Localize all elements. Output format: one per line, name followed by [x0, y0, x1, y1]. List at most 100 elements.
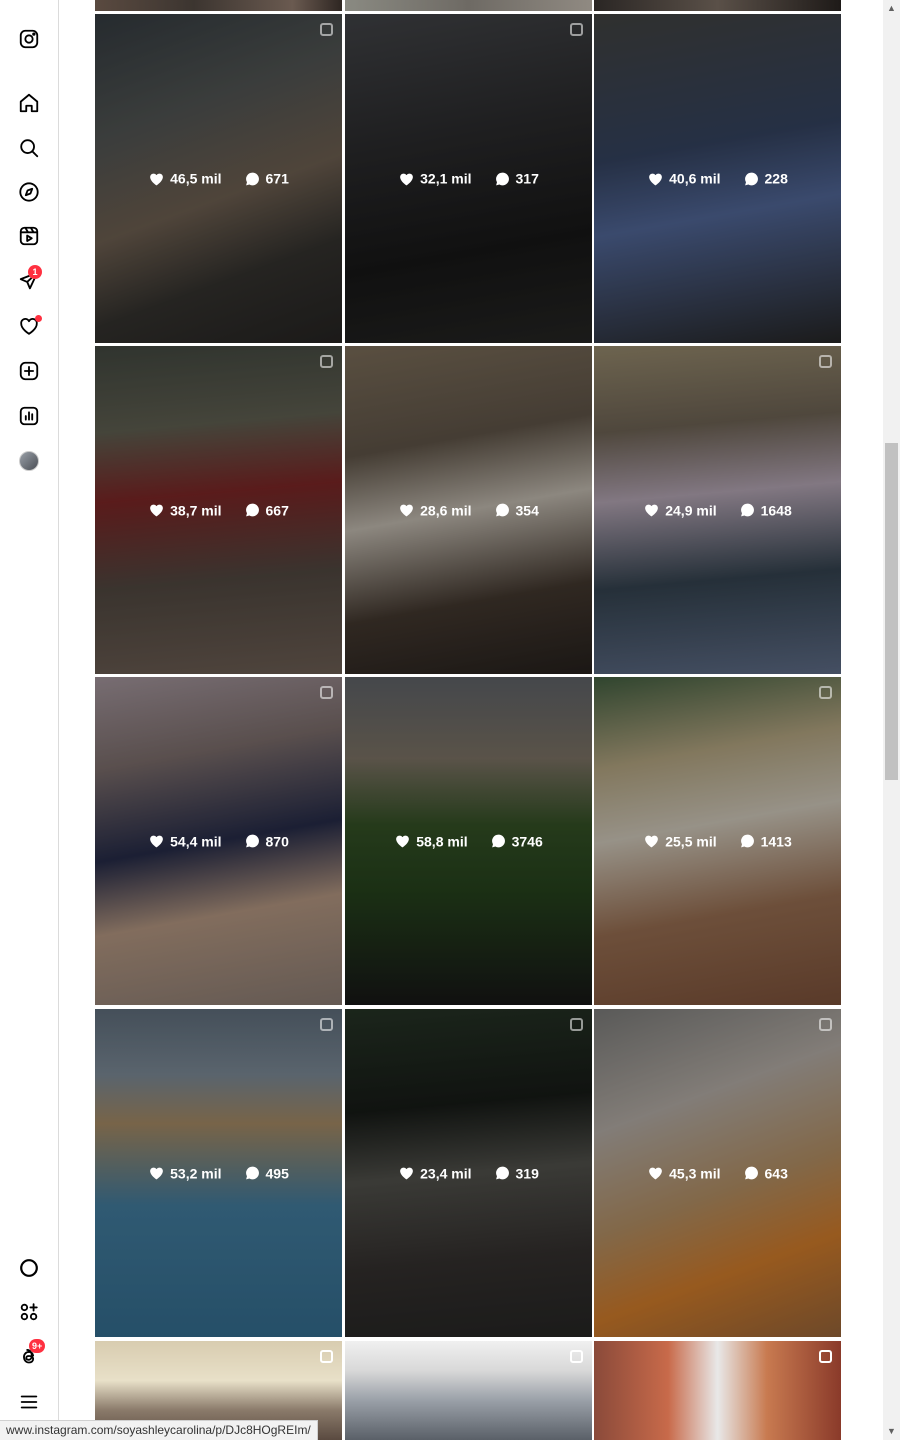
comments-count: 228	[764, 170, 788, 187]
scroll-up-arrow-icon[interactable]: ▲	[883, 0, 900, 17]
heart-icon	[150, 1167, 163, 1180]
carousel-icon	[819, 1350, 832, 1363]
heart-icon	[649, 1167, 662, 1180]
comments-count: 671	[265, 170, 289, 187]
carousel-icon	[320, 23, 333, 36]
likes-stat: 40,6 mil	[647, 170, 721, 187]
post-stats: 45,3 mil 643	[594, 1165, 841, 1182]
post-tile[interactable]: 23,4 mil 319	[345, 1009, 592, 1337]
likes-count: 40,6 mil	[669, 170, 721, 187]
likes-stat: 46,5 mil	[148, 170, 222, 187]
scroll-thumb[interactable]	[885, 443, 898, 780]
dashboard-icon[interactable]	[17, 404, 41, 428]
likes-stat: 45,3 mil	[647, 1165, 721, 1182]
comment-icon	[245, 834, 259, 848]
post-tile-partial[interactable]	[594, 0, 841, 11]
post-tile[interactable]	[594, 1341, 841, 1440]
carousel-icon	[819, 355, 832, 368]
page-scrollbar[interactable]: ▲ ▼	[883, 0, 900, 1440]
post-tile[interactable]: 58,8 mil 3746	[345, 677, 592, 1005]
comment-icon	[495, 1166, 509, 1180]
likes-stat: 53,2 mil	[148, 1165, 222, 1182]
post-stats: 54,4 mil 870	[95, 833, 342, 850]
also-from-meta-icon[interactable]	[17, 1300, 41, 1324]
comments-count: 495	[265, 1165, 289, 1181]
comments-count: 354	[515, 502, 539, 518]
comment-icon	[495, 503, 509, 517]
post-stats: 24,9 mil 1648	[594, 502, 841, 519]
carousel-icon	[819, 1018, 832, 1031]
heart-icon	[400, 173, 413, 185]
avatar	[19, 451, 39, 471]
likes-count: 38,7 mil	[170, 502, 222, 518]
heart-icon	[400, 504, 413, 517]
heart-icon	[150, 504, 163, 517]
scroll-down-arrow-icon[interactable]: ▼	[883, 1423, 900, 1440]
comment-icon	[245, 172, 259, 185]
comments-stat: 667	[244, 502, 289, 519]
carousel-icon	[570, 1350, 583, 1363]
meta-ai-icon[interactable]	[17, 1256, 41, 1280]
heart-icon	[645, 835, 659, 848]
notifications-dot	[35, 315, 42, 322]
carousel-icon	[320, 1350, 333, 1363]
carousel-icon	[819, 686, 832, 699]
post-tile[interactable]: 28,6 mil 354	[345, 346, 592, 674]
browser-status-url: www.instagram.com/soyashleycarolina/p/DJ…	[0, 1420, 318, 1440]
reels-icon[interactable]	[17, 224, 41, 248]
post-stats: 28,6 mil 354	[345, 502, 592, 519]
comments-stat: 1413	[739, 833, 792, 850]
search-icon[interactable]	[17, 136, 41, 160]
likes-stat: 28,6 mil	[398, 502, 472, 519]
post-tile[interactable]: 45,3 mil 643	[594, 1009, 841, 1337]
comments-count: 3746	[511, 833, 543, 849]
threads-icon[interactable]: 9+	[17, 1339, 46, 1369]
likes-stat: 32,1 mil	[398, 170, 472, 187]
comments-stat: 354	[494, 502, 539, 519]
likes-stat: 23,4 mil	[398, 1165, 472, 1182]
post-tile[interactable]: 24,9 mil 1648	[594, 346, 841, 674]
comments-stat: 317	[494, 170, 539, 187]
create-icon[interactable]	[17, 359, 41, 383]
comment-icon	[245, 1166, 259, 1180]
post-tile[interactable]: 46,5 mil 671	[95, 14, 342, 343]
likes-count: 54,4 mil	[170, 833, 222, 849]
post-tile-partial[interactable]	[95, 0, 342, 11]
likes-count: 25,5 mil	[665, 833, 717, 849]
post-tile[interactable]	[345, 1341, 592, 1440]
post-stats: 38,7 mil 667	[95, 502, 342, 519]
comment-icon	[491, 834, 505, 848]
comments-count: 1648	[760, 502, 792, 518]
heart-icon	[150, 173, 163, 185]
likes-count: 23,4 mil	[420, 1165, 472, 1181]
messages-icon[interactable]: 1	[17, 265, 42, 293]
carousel-icon	[320, 355, 333, 368]
comments-count: 317	[515, 170, 539, 187]
post-stats: 23,4 mil 319	[345, 1165, 592, 1182]
home-icon[interactable]	[17, 91, 41, 115]
profile-avatar[interactable]	[17, 449, 41, 473]
comments-count: 1413	[760, 833, 792, 849]
explore-icon[interactable]	[17, 180, 41, 204]
more-menu-icon[interactable]	[17, 1390, 41, 1414]
comments-stat: 319	[494, 1165, 539, 1182]
messages-badge: 1	[28, 265, 42, 279]
comments-count: 870	[265, 833, 289, 849]
comments-count: 319	[515, 1165, 539, 1181]
comments-stat: 870	[244, 833, 289, 850]
comment-icon	[245, 503, 259, 517]
post-tile[interactable]: 53,2 mil 495	[95, 1009, 342, 1337]
notifications-icon[interactable]	[17, 314, 42, 338]
post-tile[interactable]: 38,7 mil 667	[95, 346, 342, 674]
post-tile[interactable]: 40,6 mil 228	[594, 14, 841, 343]
post-tile[interactable]: 54,4 mil 870	[95, 677, 342, 1005]
post-stats: 25,5 mil 1413	[594, 833, 841, 850]
comment-icon	[495, 172, 509, 185]
post-tile[interactable]: 25,5 mil 1413	[594, 677, 841, 1005]
instagram-logo-icon[interactable]	[17, 27, 41, 51]
post-stats: 46,5 mil 671	[95, 170, 342, 187]
post-tile-partial[interactable]	[345, 0, 592, 11]
post-tile[interactable]: 32,1 mil 317	[345, 14, 592, 343]
carousel-icon	[570, 23, 583, 36]
carousel-icon	[320, 686, 333, 699]
